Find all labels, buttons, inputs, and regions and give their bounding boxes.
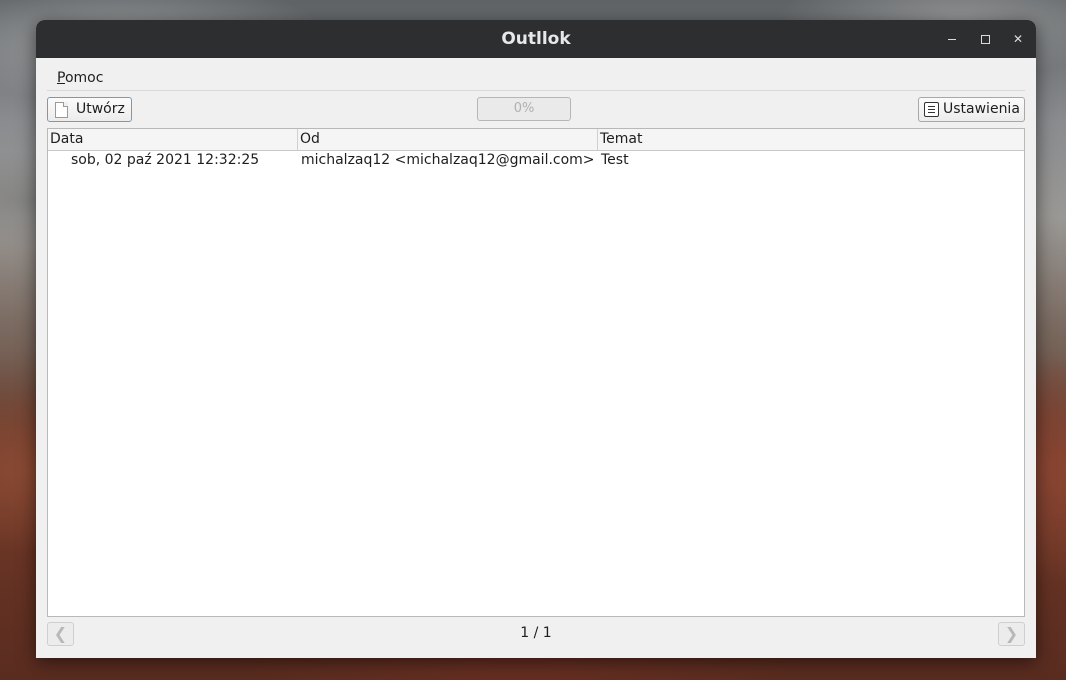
app-window: Outllok ✕ Pomoc Utwórz 0% Ustawienia Dat… xyxy=(36,20,1036,658)
title-bar[interactable]: Outllok ✕ xyxy=(36,20,1036,58)
menu-bar: Pomoc xyxy=(47,68,1025,91)
new-document-icon xyxy=(55,102,68,118)
email-list[interactable]: Data Od Temat sob, 02 paź 2021 12:32:25 … xyxy=(47,128,1025,617)
pagination-bar: ❮ 1 / 1 ❯ xyxy=(47,622,1025,648)
close-button[interactable]: ✕ xyxy=(1008,29,1028,49)
progress-text: 0% xyxy=(513,101,535,116)
close-icon: ✕ xyxy=(1012,32,1024,46)
cell-from: michalzaq12 <michalzaq12@gmail.com> xyxy=(301,152,595,168)
column-header-date[interactable]: Data xyxy=(48,129,298,150)
create-button[interactable]: Utwórz xyxy=(47,97,132,122)
settings-button[interactable]: Ustawienia xyxy=(918,97,1025,122)
menu-help[interactable]: Pomoc xyxy=(57,70,103,86)
cell-subject: Test xyxy=(601,152,629,168)
chevron-right-icon: ❯ xyxy=(1004,624,1019,643)
window-title: Outllok xyxy=(501,29,571,49)
create-button-label: Utwórz xyxy=(76,101,125,117)
cell-date: sob, 02 paź 2021 12:32:25 xyxy=(71,152,260,168)
minimize-icon xyxy=(948,39,956,40)
menu-help-accelerator: P xyxy=(57,70,65,86)
next-page-button[interactable]: ❯ xyxy=(998,622,1025,646)
menu-help-label: omoc xyxy=(64,70,104,86)
list-icon xyxy=(924,102,939,117)
maximize-icon xyxy=(980,35,990,44)
settings-button-label: Ustawienia xyxy=(943,101,1020,117)
table-row[interactable]: sob, 02 paź 2021 12:32:25 michalzaq12 <m… xyxy=(48,150,1024,170)
minimize-button[interactable] xyxy=(942,29,962,49)
email-list-header: Data Od Temat xyxy=(48,129,1024,151)
progress-bar: 0% xyxy=(477,97,571,121)
page-indicator: 1 / 1 xyxy=(520,625,552,641)
column-header-subject[interactable]: Temat xyxy=(598,129,1024,150)
maximize-button[interactable] xyxy=(975,29,995,49)
column-header-from[interactable]: Od xyxy=(298,129,598,150)
